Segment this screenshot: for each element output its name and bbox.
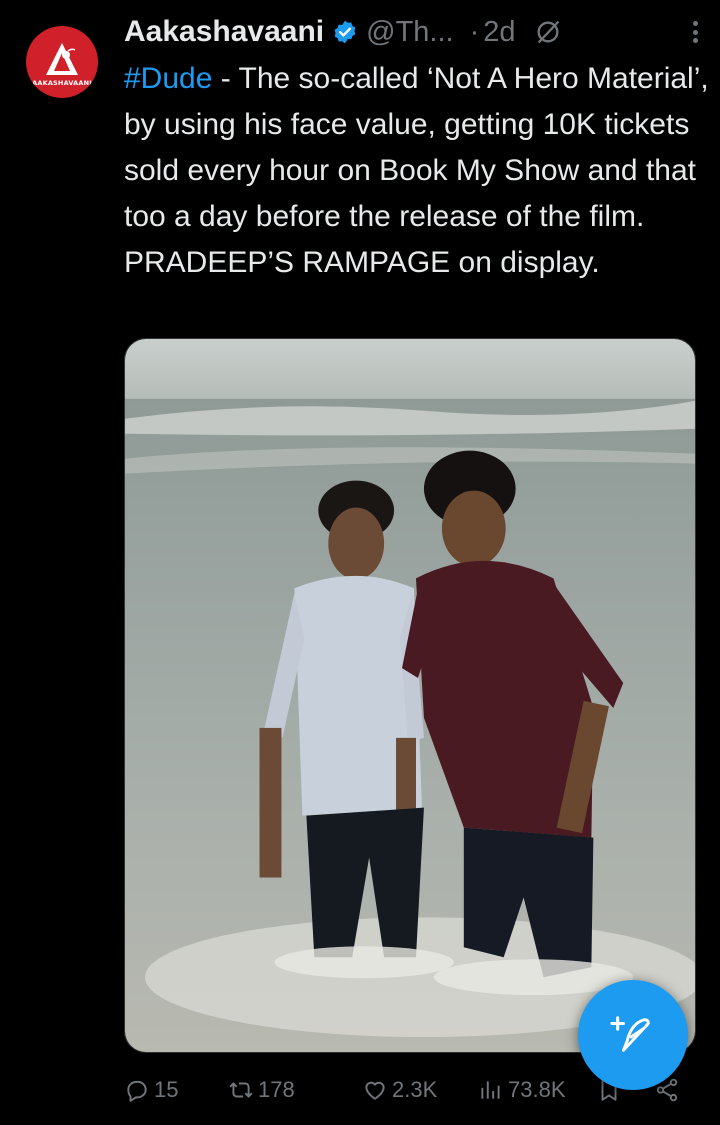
tweet-image[interactable] xyxy=(124,338,696,1053)
handle[interactable]: @Th... xyxy=(366,16,453,49)
avatar[interactable]: AAKASHAVAANI xyxy=(26,26,98,98)
views-button[interactable]: 73.8K xyxy=(478,1077,566,1103)
timestamp[interactable]: 2d xyxy=(483,16,515,49)
aakashavaani-logo-icon xyxy=(46,43,78,75)
like-count: 2.3K xyxy=(392,1077,438,1102)
views-chart-icon xyxy=(481,1081,500,1099)
tweet[interactable]: AAKASHAVAANI Aakashavaani @Th... · 2d #D… xyxy=(0,0,720,1125)
tweet-body: - The so-called ‘Not A Hero Material’, b… xyxy=(124,62,709,279)
reply-count: 15 xyxy=(154,1077,179,1102)
like-button[interactable]: 2.3K xyxy=(362,1077,437,1103)
time-separator: · xyxy=(469,15,480,48)
more-options-icon[interactable] xyxy=(690,18,700,46)
compose-post-icon xyxy=(610,1016,650,1052)
grok-icon[interactable] xyxy=(534,18,562,46)
repost-count: 178 xyxy=(258,1077,295,1102)
hashtag-link[interactable]: #Dude xyxy=(124,62,212,95)
view-count: 73.8K xyxy=(508,1077,566,1102)
photo-two-men-in-sea xyxy=(125,339,695,1052)
heart-icon xyxy=(365,1081,385,1100)
avatar-label: AAKASHAVAANI xyxy=(32,79,92,87)
repost-icon xyxy=(229,1082,253,1098)
tweet-header: Aakashavaani @Th... · 2d xyxy=(124,12,700,52)
reply-icon xyxy=(127,1080,147,1102)
display-name[interactable]: Aakashavaani xyxy=(124,15,324,49)
verified-badge-icon xyxy=(334,20,356,44)
repost-button[interactable]: 178 xyxy=(228,1077,295,1103)
compose-post-button[interactable] xyxy=(578,980,688,1090)
tweet-text: #Dude - The so-called ‘Not A Hero Materi… xyxy=(124,56,709,286)
reply-button[interactable]: 15 xyxy=(124,1077,178,1103)
